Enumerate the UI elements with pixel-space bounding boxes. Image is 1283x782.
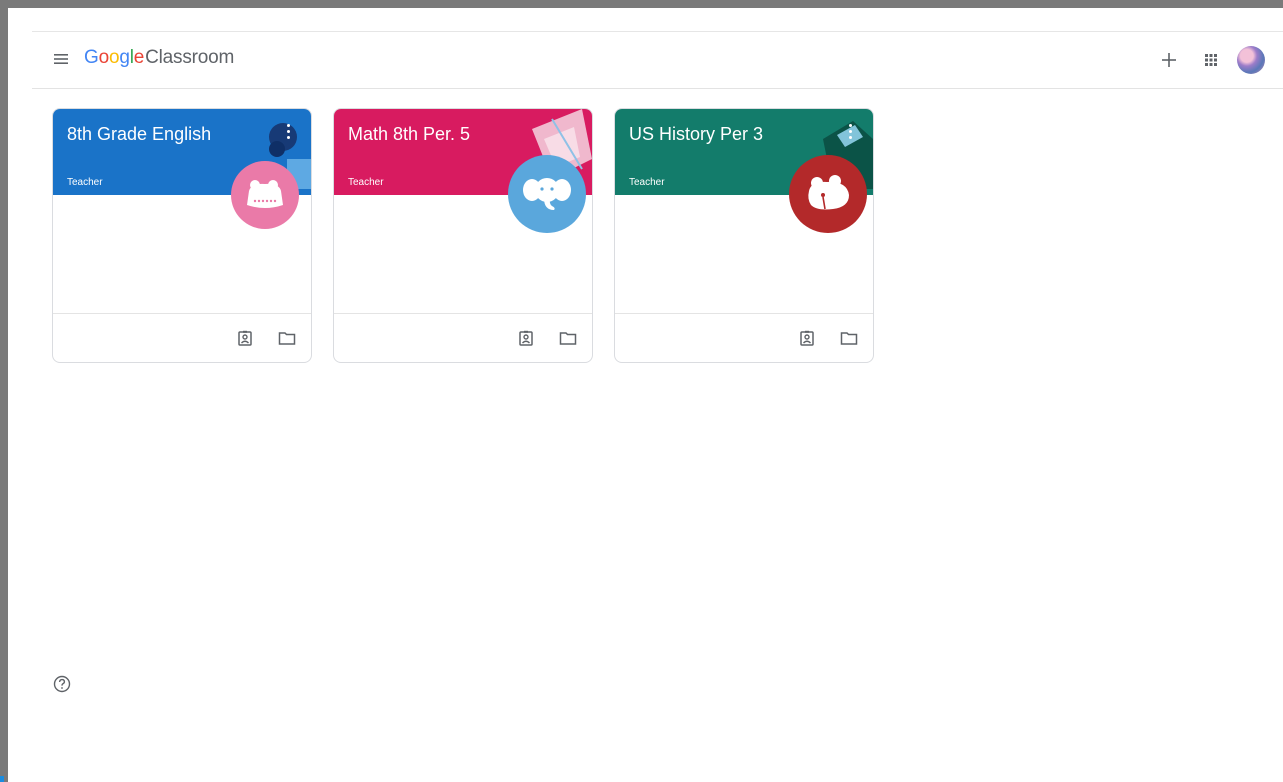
- folder-icon: [559, 332, 577, 345]
- open-gradebook-button[interactable]: [235, 328, 255, 348]
- assignment-ind-icon: [519, 330, 533, 346]
- class-title[interactable]: US History Per 3: [629, 124, 763, 145]
- help-circle-icon: [53, 675, 71, 693]
- create-join-class-button[interactable]: [1153, 44, 1185, 76]
- open-gradebook-button[interactable]: [797, 328, 817, 348]
- google-apps-button[interactable]: [1195, 44, 1227, 76]
- open-drive-folder-button[interactable]: [277, 328, 297, 348]
- elephant-icon: [508, 155, 586, 233]
- top-app-bar: GoogleClassroom: [32, 31, 1283, 89]
- account-avatar[interactable]: [1237, 46, 1265, 74]
- class-card-footer: [334, 313, 592, 362]
- main-menu-button[interactable]: [52, 50, 70, 68]
- assignment-ind-icon: [238, 330, 252, 346]
- assignment-ind-icon: [800, 330, 814, 346]
- taskbar-edge: [0, 776, 4, 782]
- hamburger-icon: [54, 54, 68, 64]
- hippo-icon: [789, 155, 867, 233]
- open-drive-folder-button[interactable]: [558, 328, 578, 348]
- class-options-button[interactable]: [283, 124, 293, 144]
- product-name: Classroom: [145, 47, 235, 68]
- class-role: Teacher: [629, 177, 665, 188]
- folder-icon: [840, 332, 858, 345]
- class-role: Teacher: [348, 177, 384, 188]
- apps-grid-icon: [1205, 54, 1217, 66]
- class-options-button[interactable]: [845, 124, 855, 144]
- plus-icon: [1162, 53, 1176, 67]
- class-card-math-8th-per-5[interactable]: Math 8th Per. 5 Teacher: [333, 108, 593, 363]
- rat-icon: [231, 161, 299, 229]
- app-logo[interactable]: GoogleClassroom: [84, 47, 234, 69]
- class-card-footer: [53, 313, 311, 362]
- class-role: Teacher: [67, 177, 103, 188]
- top-actions: [1143, 44, 1265, 76]
- folder-icon: [278, 332, 296, 345]
- app-window: GoogleClassroom 8th Grade English Teache…: [8, 8, 1283, 782]
- class-card-footer: [615, 313, 873, 362]
- open-drive-folder-button[interactable]: [839, 328, 859, 348]
- class-title[interactable]: 8th Grade English: [67, 124, 211, 145]
- open-gradebook-button[interactable]: [516, 328, 536, 348]
- class-title[interactable]: Math 8th Per. 5: [348, 124, 470, 145]
- class-card-us-history-per-3[interactable]: US History Per 3 Teacher: [614, 108, 874, 363]
- class-card-8th-grade-english[interactable]: 8th Grade English Teacher: [52, 108, 312, 363]
- help-button[interactable]: [52, 674, 72, 694]
